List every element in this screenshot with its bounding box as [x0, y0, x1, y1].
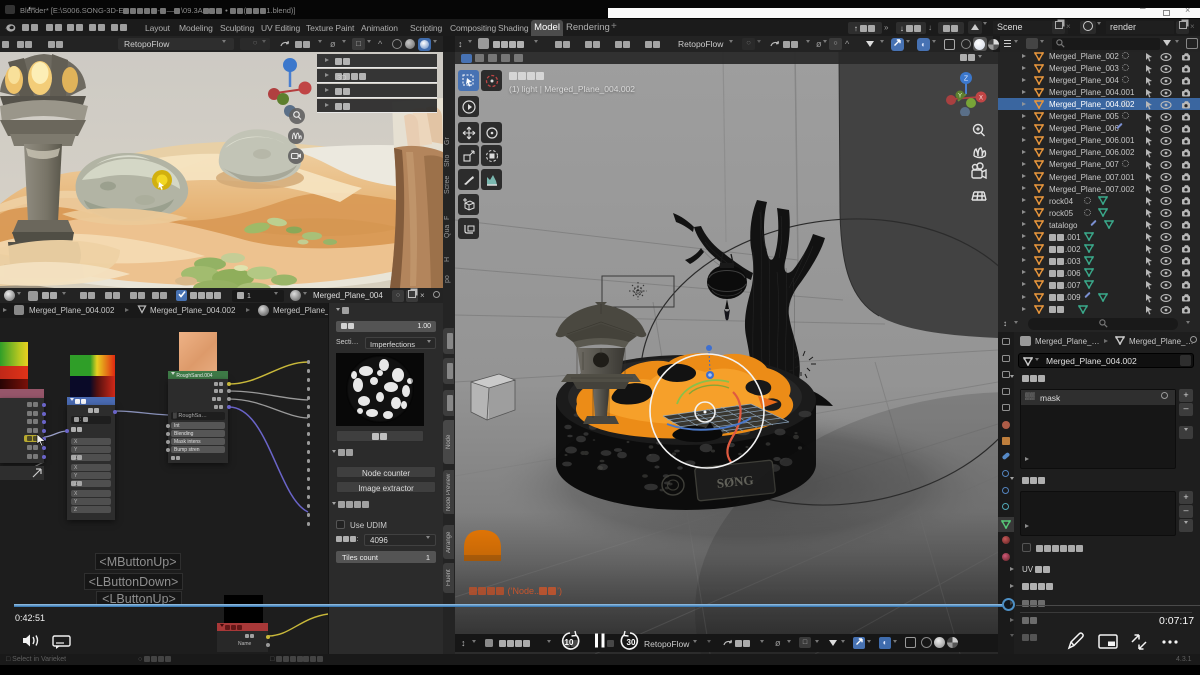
svg-text:X: X: [979, 96, 983, 102]
svg-text:Y: Y: [958, 94, 962, 100]
svg-text:10: 10: [565, 638, 574, 647]
svg-text:30: 30: [627, 638, 636, 647]
svg-text:Z: Z: [964, 76, 969, 83]
